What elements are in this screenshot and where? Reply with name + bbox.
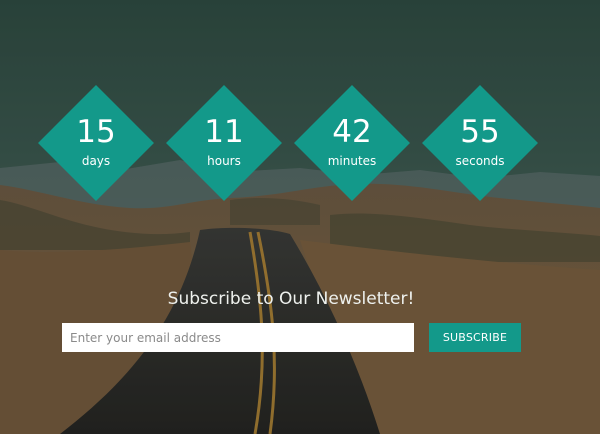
- countdown-days-value: 15: [76, 114, 116, 150]
- countdown-minutes: 42 minutes: [294, 85, 410, 201]
- email-input[interactable]: [62, 323, 414, 352]
- countdown-seconds-label: seconds: [455, 154, 505, 168]
- countdown-hours-value: 11: [204, 114, 244, 150]
- coming-soon-page: 15 days 11 hours 42 minutes 55 seconds S…: [0, 0, 600, 434]
- countdown-hours-label: hours: [207, 154, 241, 168]
- countdown-days-label: days: [81, 154, 111, 168]
- countdown-minutes-label: minutes: [327, 154, 377, 168]
- countdown-minutes-value: 42: [332, 114, 372, 150]
- countdown-seconds-value: 55: [460, 114, 500, 150]
- countdown-days: 15 days: [38, 85, 154, 201]
- countdown-hours: 11 hours: [166, 85, 282, 201]
- subscribe-button[interactable]: SUBSCRIBE: [429, 323, 521, 352]
- countdown-timer: 15 days 11 hours 42 minutes 55 seconds: [0, 0, 600, 434]
- newsletter-title: Subscribe to Our Newsletter!: [167, 289, 415, 309]
- countdown-seconds: 55 seconds: [422, 85, 538, 201]
